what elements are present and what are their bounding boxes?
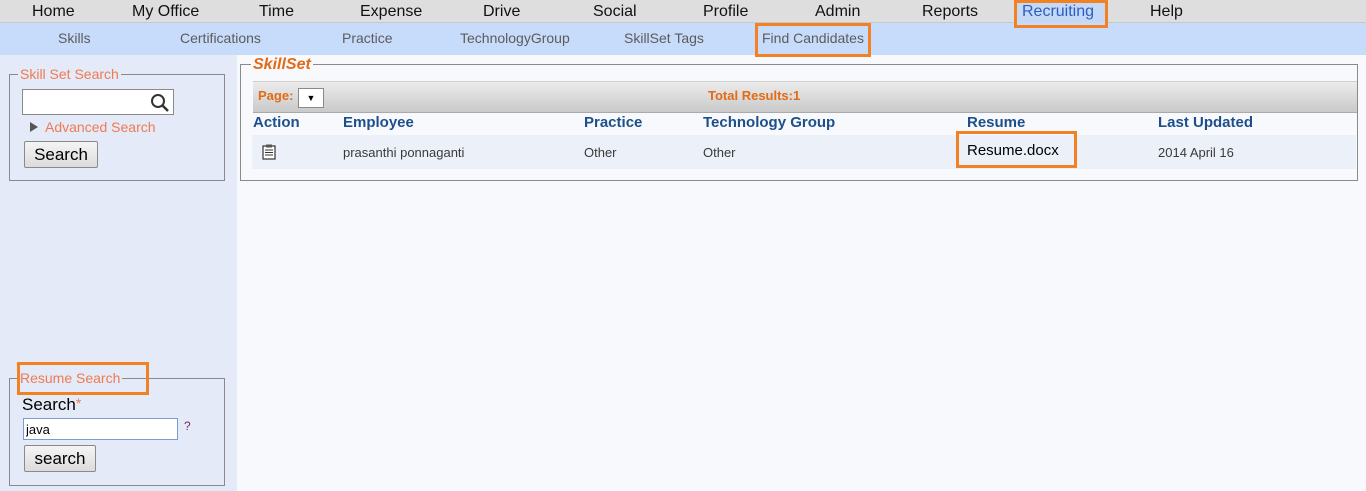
resume-search-button[interactable]: search bbox=[24, 445, 96, 472]
skillset-legend: SkillSet bbox=[251, 56, 313, 74]
cell-employee: prasanthi ponnaganti bbox=[343, 145, 465, 160]
pagination-bar: Page: ▼ Total Results:1 bbox=[253, 81, 1357, 113]
total-results: Total Results:1 bbox=[708, 88, 801, 103]
nav-admin[interactable]: Admin bbox=[815, 0, 860, 23]
resume-search-legend: Resume Search bbox=[18, 370, 123, 386]
subnav-technology-group[interactable]: TechnologyGroup bbox=[460, 23, 570, 55]
magnifier-icon[interactable] bbox=[150, 93, 170, 116]
clipboard-icon[interactable] bbox=[262, 144, 276, 163]
top-nav: Home My Office Time Expense Drive Social… bbox=[0, 0, 1366, 23]
column-header-last-updated: Last Updated bbox=[1158, 114, 1254, 131]
resume-link[interactable]: Resume.docx bbox=[967, 142, 1059, 159]
column-header-employee: Employee bbox=[343, 114, 414, 131]
nav-home[interactable]: Home bbox=[32, 0, 75, 23]
resume-search-label: Search* bbox=[22, 395, 82, 414]
cell-technology-group: Other bbox=[703, 145, 736, 160]
advanced-search-label: Advanced Search bbox=[45, 119, 156, 135]
help-mark[interactable]: ? bbox=[184, 419, 191, 433]
cell-practice: Other bbox=[584, 145, 617, 160]
advanced-search-toggle[interactable]: Advanced Search bbox=[30, 119, 156, 135]
column-header-action: Action bbox=[253, 114, 300, 131]
nav-profile[interactable]: Profile bbox=[703, 0, 748, 23]
subnav-find-candidates[interactable]: Find Candidates bbox=[762, 23, 864, 55]
page-select[interactable]: ▼ bbox=[298, 88, 324, 108]
subnav-skills[interactable]: Skills bbox=[58, 23, 91, 55]
required-mark: * bbox=[75, 395, 82, 411]
triangle-right-icon bbox=[30, 122, 38, 132]
nav-time[interactable]: Time bbox=[259, 0, 294, 23]
subnav-practice[interactable]: Practice bbox=[342, 23, 393, 55]
page-label: Page: bbox=[258, 88, 294, 103]
resume-search-panel: Resume Search Search* ? search bbox=[9, 370, 225, 486]
nav-recruiting[interactable]: Recruiting bbox=[1017, 0, 1105, 23]
nav-my-office[interactable]: My Office bbox=[132, 0, 199, 23]
nav-drive[interactable]: Drive bbox=[483, 0, 520, 23]
cell-last-updated: 2014 April 16 bbox=[1158, 145, 1234, 160]
resume-search-input[interactable] bbox=[23, 418, 178, 440]
column-header-technology-group: Technology Group bbox=[703, 114, 836, 131]
skill-search-input[interactable] bbox=[22, 89, 174, 115]
nav-help[interactable]: Help bbox=[1150, 0, 1183, 23]
subnav-certifications[interactable]: Certifications bbox=[180, 23, 261, 55]
column-header-resume: Resume bbox=[967, 114, 1026, 131]
skill-set-search-legend: Skill Set Search bbox=[18, 66, 121, 82]
nav-reports[interactable]: Reports bbox=[922, 0, 978, 23]
chevron-down-icon: ▼ bbox=[306, 93, 316, 103]
skill-set-search-panel: Skill Set Search Advanced Search Search bbox=[9, 66, 225, 181]
sidebar: Skill Set Search Advanced Search Search … bbox=[0, 55, 237, 491]
skill-search-button[interactable]: Search bbox=[24, 141, 98, 168]
nav-expense[interactable]: Expense bbox=[360, 0, 422, 23]
sub-nav: Skills Certifications Practice Technolog… bbox=[0, 23, 1366, 55]
subnav-skillset-tags[interactable]: SkillSet Tags bbox=[624, 23, 704, 55]
nav-social[interactable]: Social bbox=[593, 0, 637, 23]
column-header-practice: Practice bbox=[584, 114, 643, 131]
